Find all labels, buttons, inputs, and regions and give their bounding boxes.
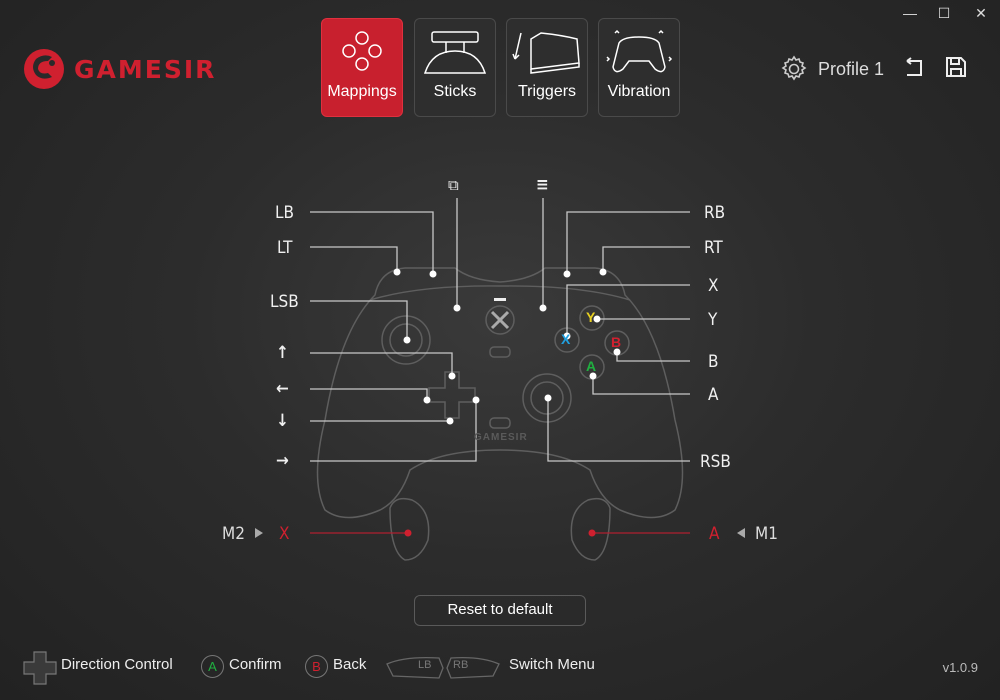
hint-confirm: Confirm (229, 656, 282, 673)
mapping-m1[interactable]: A (709, 524, 719, 544)
mapping-dpad-left[interactable]: ← (276, 379, 289, 399)
controller-brand: GAMESIR (474, 432, 528, 443)
xbox-icon (490, 310, 510, 330)
mapping-menu[interactable]: ≡ (536, 175, 549, 195)
mapping-y[interactable]: Y (708, 310, 717, 330)
m2-label: M2 (222, 524, 245, 544)
mapping-dpad-down[interactable]: ↓ (276, 411, 289, 431)
mapping-lsb[interactable]: LSB (270, 292, 299, 312)
bumpers-icon (386, 656, 500, 679)
face-button-y: Y (586, 309, 596, 325)
mapping-rb[interactable]: RB (704, 203, 725, 223)
hint-switch-menu: Switch Menu (509, 656, 595, 673)
dpad-icon (23, 651, 57, 685)
share-indicator (494, 298, 506, 301)
m2-arrow-icon (255, 528, 263, 538)
controller-outline (316, 267, 684, 561)
b-button-icon: B (305, 655, 328, 678)
leader-lines (310, 198, 690, 462)
m2-dot (404, 529, 412, 537)
face-button-b: B (611, 334, 622, 350)
mapping-a[interactable]: A (708, 385, 718, 405)
face-button-a: A (586, 358, 597, 374)
version-label: v1.0.9 (942, 660, 978, 675)
mapping-m2[interactable]: X (279, 524, 289, 544)
mapping-view[interactable]: ⧉ (448, 176, 459, 194)
m1-label: M1 (755, 524, 778, 544)
mapping-x[interactable]: X (708, 276, 718, 296)
hint-direction-control: Direction Control (61, 656, 173, 673)
mapping-lt[interactable]: LT (277, 238, 293, 258)
mapping-dpad-right[interactable]: → (276, 451, 289, 471)
mapping-dpad-up[interactable]: ↑ (276, 343, 289, 363)
rb-icon-label: RB (453, 659, 469, 671)
hint-back: Back (333, 656, 367, 673)
mapping-rt[interactable]: RT (704, 238, 723, 258)
m1-dot (588, 529, 596, 537)
m1-arrow-icon (737, 528, 745, 538)
mapping-rsb[interactable]: RSB (700, 452, 731, 472)
mapping-b[interactable]: B (708, 352, 719, 372)
a-button-icon: A (201, 655, 224, 678)
lb-icon-label: LB (418, 659, 432, 671)
reset-to-default-button[interactable]: Reset to default (414, 595, 586, 626)
face-button-x: X (561, 331, 571, 347)
mapping-lb[interactable]: LB (275, 203, 294, 223)
